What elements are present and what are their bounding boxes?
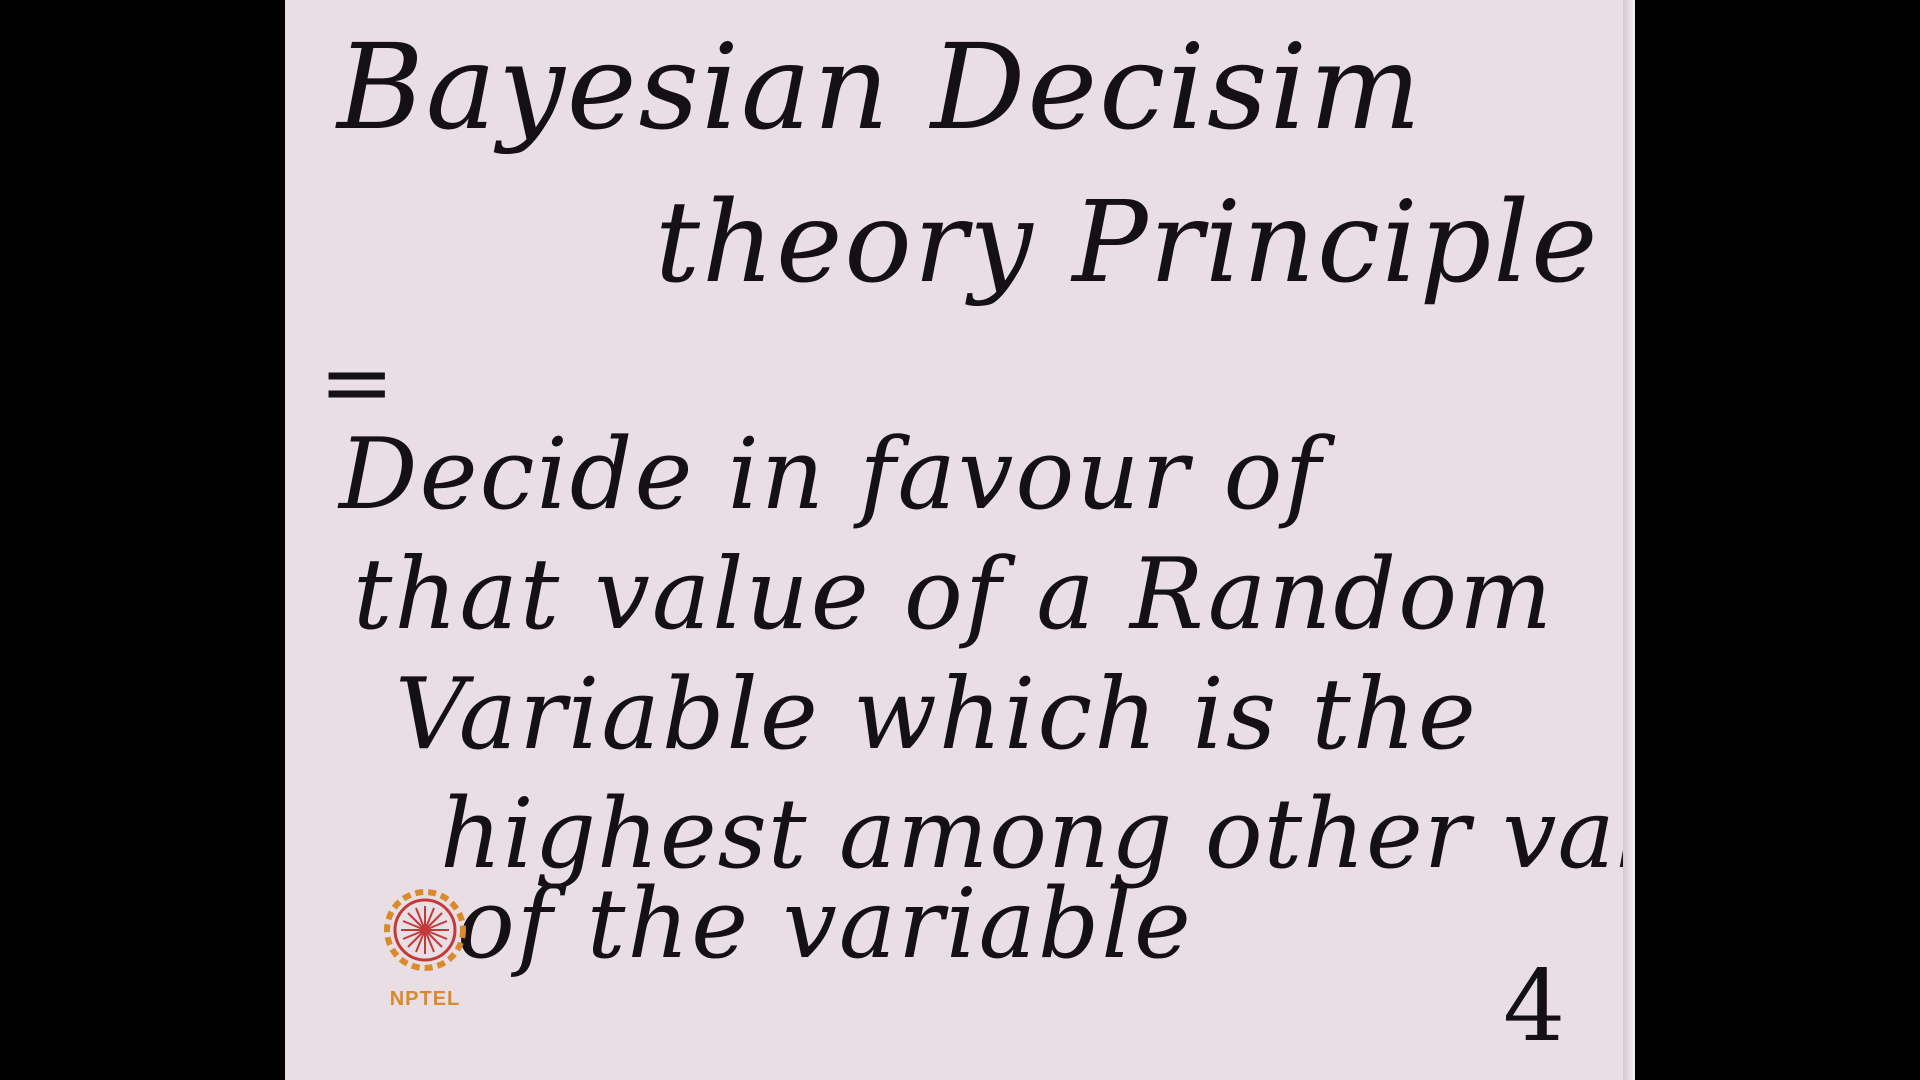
whiteboard-paper: Bayesian Decisim theory Principle : = De… [285,0,1635,1080]
body-line-2: that value of a Random [353,538,1555,652]
slide-title-line-1: Bayesian Decisim [337,18,1424,156]
body-line-1: Decide in favour of [339,418,1323,532]
body-line-3: Variable which is the [395,658,1478,772]
video-frame: Bayesian Decisim theory Principle : = De… [0,0,1920,1080]
nptel-logo-icon [384,889,466,971]
body-line-5: of the variable [457,868,1193,980]
slide-title-line-2: theory Principle : [655,178,1635,308]
nptel-logo-text: NPTEL [389,988,461,1010]
page-number: 4 [1503,950,1568,1064]
paper-edge [1623,0,1635,1080]
